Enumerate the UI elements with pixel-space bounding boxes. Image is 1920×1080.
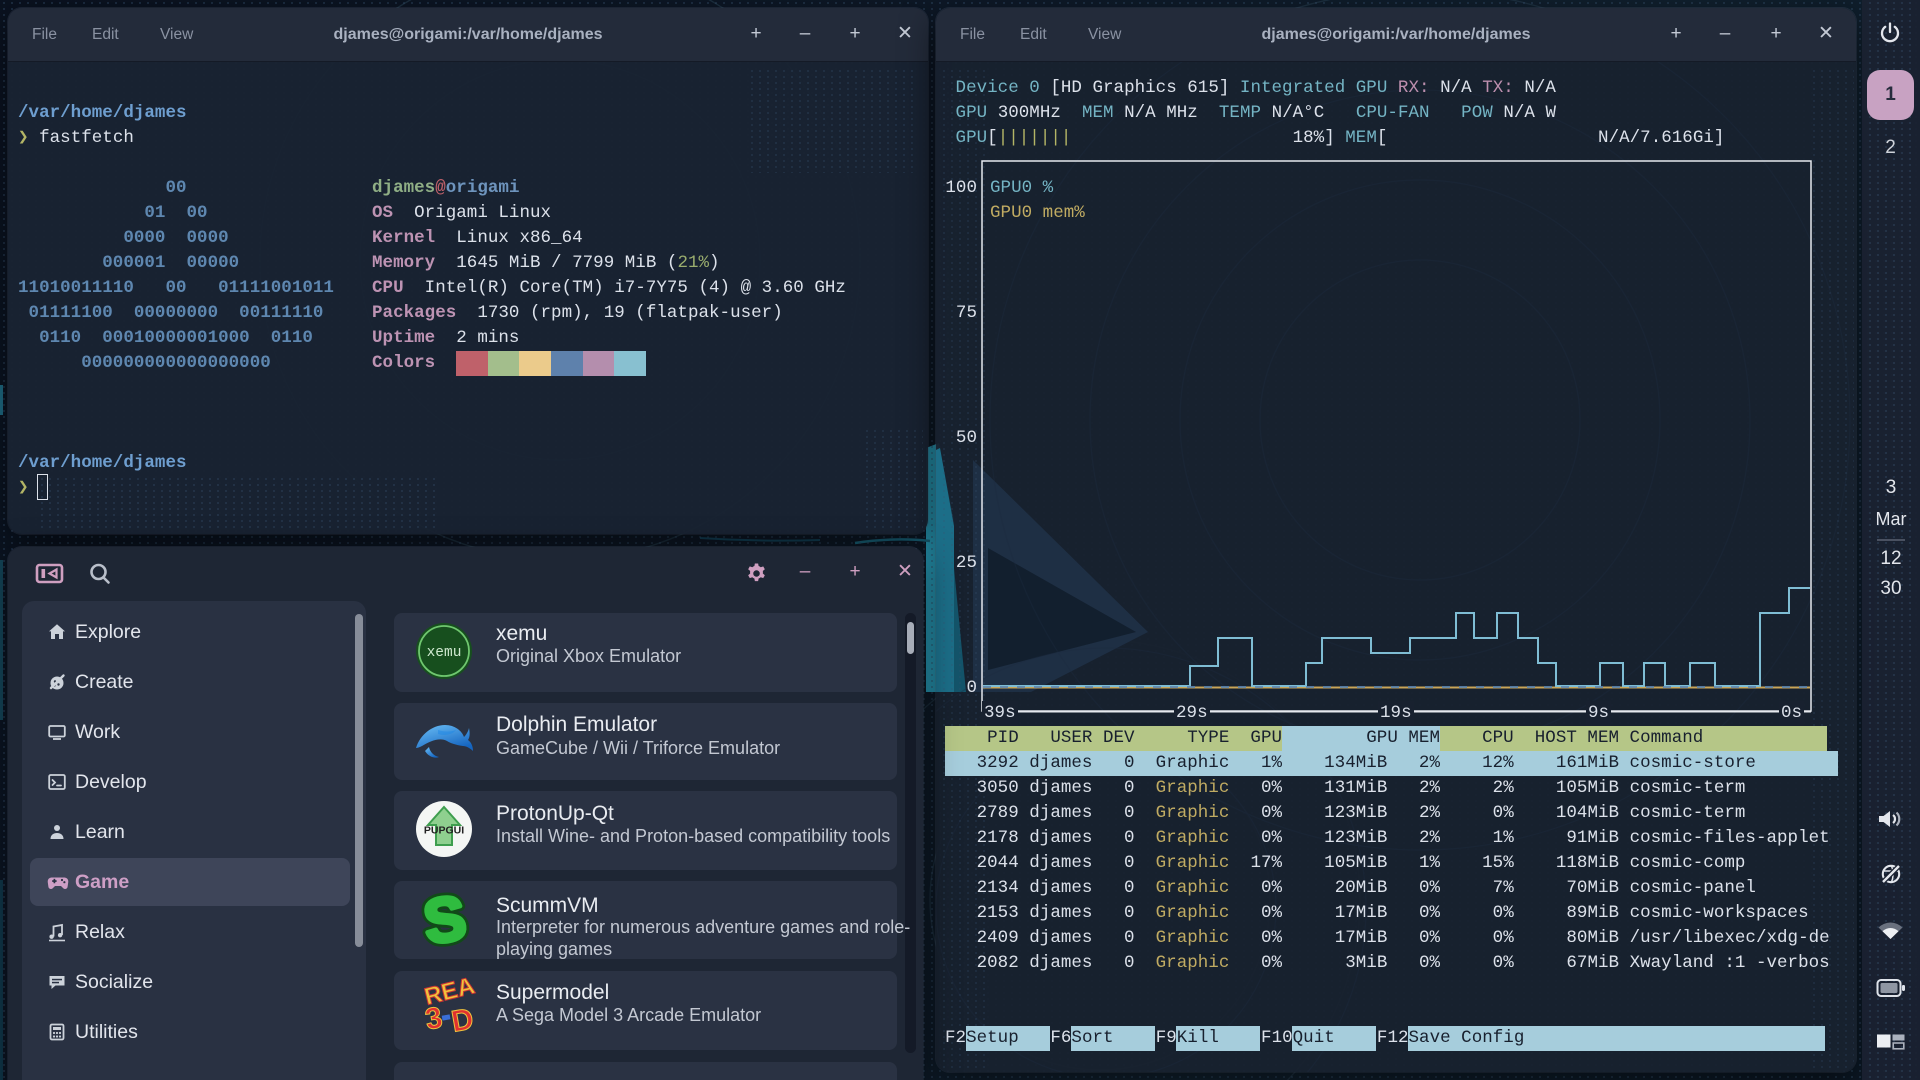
svg-text:D: D <box>449 1003 476 1039</box>
svg-text:PUPGUI: PUPGUI <box>423 825 463 837</box>
svg-text:xemu: xemu <box>426 645 461 661</box>
svg-text:S: S <box>420 887 471 955</box>
